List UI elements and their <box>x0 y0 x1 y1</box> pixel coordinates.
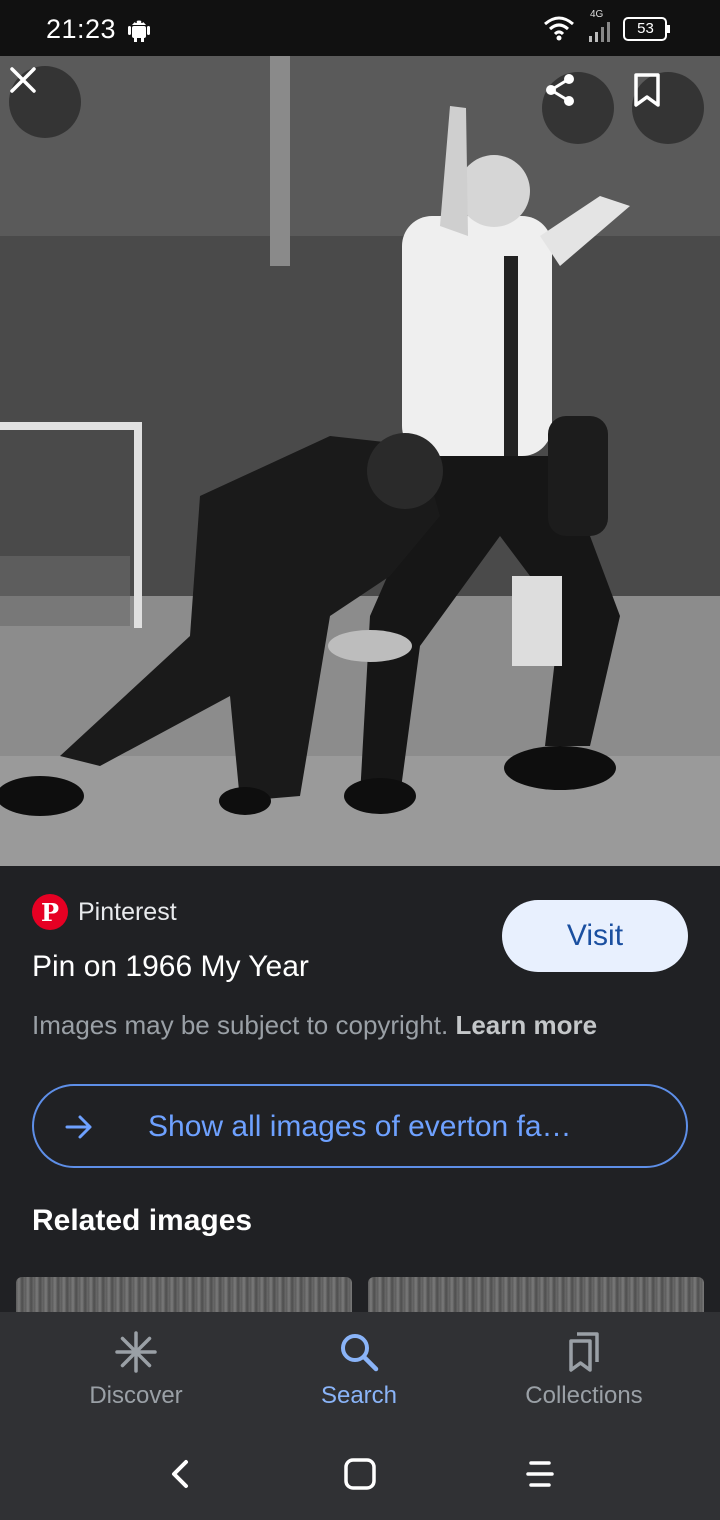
copyright-text: Images may be subject to copyright. <box>32 1010 449 1040</box>
back-icon <box>172 1460 188 1488</box>
pinterest-icon: P <box>32 894 68 930</box>
source-name: Pinterest <box>78 897 177 926</box>
status-bar: 21:23 4G 53 <box>0 0 720 56</box>
nav-collections-label: Collections <box>525 1382 643 1409</box>
wifi-icon <box>544 16 574 41</box>
close-button[interactable] <box>9 66 81 138</box>
bookmark-icon <box>634 73 660 107</box>
show-all-images-label: Show all images of everton fa… <box>148 1110 572 1143</box>
battery-level: 53 <box>637 20 654 37</box>
related-image-thumbnail[interactable] <box>368 1277 704 1312</box>
save-button[interactable] <box>632 72 704 144</box>
related-image-thumbnail[interactable] <box>16 1277 352 1312</box>
nav-discover[interactable]: Discover <box>26 1312 246 1430</box>
status-time: 21:23 <box>46 14 117 44</box>
source-row[interactable]: P Pinterest <box>32 894 177 930</box>
visit-button[interactable]: Visit <box>502 900 688 972</box>
nav-search-label: Search <box>320 1382 398 1409</box>
signal-icon <box>589 22 610 42</box>
asterisk-icon <box>115 1331 157 1373</box>
share-icon <box>546 74 574 106</box>
system-home-button[interactable] <box>336 1452 384 1496</box>
close-icon <box>10 67 36 93</box>
bottom-navigation: Discover Search Collections <box>0 1312 720 1430</box>
nav-collections[interactable]: Collections <box>474 1312 694 1430</box>
copyright-notice: Images may be subject to copyright. Lear… <box>32 1010 597 1041</box>
show-all-images-button[interactable]: Show all images of everton fa… <box>32 1084 688 1168</box>
system-back-button[interactable] <box>156 1452 204 1496</box>
collections-icon <box>569 1332 599 1372</box>
menu-icon <box>526 1461 554 1487</box>
photo-illustration <box>0 56 720 866</box>
nav-search[interactable]: Search <box>249 1312 469 1430</box>
system-menu-button[interactable] <box>516 1452 564 1496</box>
network-type-label: 4G <box>590 9 604 20</box>
search-icon <box>341 1334 379 1372</box>
system-navigation-bar <box>0 1430 720 1520</box>
nav-discover-label: Discover <box>89 1382 183 1409</box>
result-image[interactable] <box>0 56 720 866</box>
android-icon <box>128 20 150 42</box>
home-icon <box>344 1458 376 1490</box>
share-button[interactable] <box>542 72 614 144</box>
arrow-right-icon <box>65 1115 92 1139</box>
result-title[interactable]: Pin on 1966 My Year <box>32 950 309 984</box>
learn-more-link[interactable]: Learn more <box>455 1010 597 1040</box>
related-images-heading: Related images <box>32 1204 253 1237</box>
